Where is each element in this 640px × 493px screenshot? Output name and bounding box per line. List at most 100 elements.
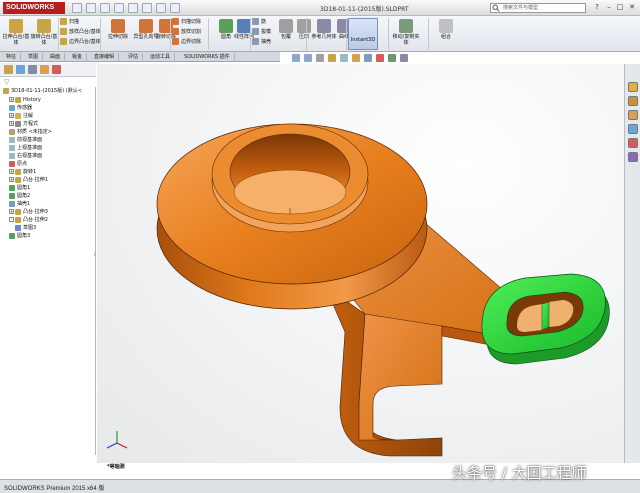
extrude-cut-button[interactable]: 拉伸切除 xyxy=(104,18,132,40)
filter-icon[interactable]: ▽ xyxy=(4,78,9,86)
graphics-area[interactable] xyxy=(97,64,624,463)
tree-node[interactable]: 圆角3 xyxy=(9,232,30,240)
tree-node[interactable]: - 凸台-拉伸2 xyxy=(9,216,48,224)
tree-node[interactable]: 上视基准面 xyxy=(9,144,42,152)
maximize-icon[interactable]: □ xyxy=(615,3,625,13)
tree-node[interactable]: 草图3 xyxy=(15,224,36,232)
draft-button[interactable]: 拔模 xyxy=(252,28,271,37)
expand-toggle-icon[interactable]: + xyxy=(9,97,14,102)
tree-node[interactable]: 圆角2 xyxy=(9,192,30,200)
save-icon[interactable] xyxy=(100,3,110,13)
configuration-manager-icon[interactable] xyxy=(28,65,37,74)
arm-front-face[interactable] xyxy=(358,313,443,441)
part-icon xyxy=(3,87,9,94)
tree-node[interactable]: + History xyxy=(9,96,41,104)
view-settings-icon[interactable] xyxy=(400,54,408,62)
tree-node[interactable]: + 凸台-拉伸3 xyxy=(9,208,48,216)
section-view-icon[interactable] xyxy=(328,54,336,62)
ribbon-separator xyxy=(208,18,209,50)
feature-icon xyxy=(9,232,15,239)
revolve-boss-button[interactable]: 旋转凸台/基体 xyxy=(30,18,58,46)
minimize-icon[interactable]: – xyxy=(604,3,614,13)
rib-label: 筋 xyxy=(261,19,267,25)
bore-bottom[interactable] xyxy=(233,169,347,215)
undo-icon[interactable] xyxy=(128,3,138,13)
tab-evaluate[interactable]: 评估 xyxy=(124,53,144,62)
dome-button[interactable]: 压凹 xyxy=(290,18,318,40)
custom-properties-icon[interactable] xyxy=(628,152,638,162)
boundary-boss-button[interactable]: 边界凸台/基体 xyxy=(60,38,101,47)
move-copy-label: 移动/复制实体 xyxy=(392,34,420,46)
slot-divider[interactable] xyxy=(541,301,550,331)
combine-button[interactable]: 组合 xyxy=(432,18,460,40)
appearances-icon[interactable] xyxy=(628,138,638,148)
tree-node[interactable]: 右视基准面 xyxy=(9,152,42,160)
shell-button[interactable]: 抽壳 xyxy=(252,38,271,47)
tab-surfaces[interactable]: 曲面 xyxy=(46,53,66,62)
sweep-cut-button[interactable]: 扫描切除 xyxy=(172,18,201,27)
tab-motion-tools[interactable]: 运动工具 xyxy=(146,53,176,62)
rib-button[interactable]: 筋 xyxy=(252,18,266,27)
tree-root[interactable]: 3D18-01-11-(2015版) (默认< xyxy=(3,87,82,95)
options-icon[interactable] xyxy=(170,3,180,13)
display-style-icon[interactable] xyxy=(352,54,360,62)
tab-sheet-metal[interactable]: 钣金 xyxy=(68,53,88,62)
zoom-area-icon[interactable] xyxy=(304,54,312,62)
tab-direct-editing[interactable]: 直接编辑 xyxy=(90,53,120,62)
sweep-label: 扫描 xyxy=(69,19,80,25)
move-copy-button[interactable]: 移动/复制实体 xyxy=(392,18,420,46)
expand-toggle-icon[interactable]: + xyxy=(9,209,14,214)
tree-node[interactable]: + 方程式 xyxy=(9,120,38,128)
tree-node[interactable]: + 凸台-拉伸1 xyxy=(9,176,48,184)
tab-features[interactable]: 特征 xyxy=(2,53,22,62)
previous-view-icon[interactable] xyxy=(316,54,324,62)
open-file-icon[interactable] xyxy=(86,3,96,13)
expand-toggle-icon[interactable]: + xyxy=(9,169,14,174)
watermark-text: 头条号 / 大国工程师 xyxy=(452,464,587,482)
select-icon[interactable] xyxy=(142,3,152,13)
rebuild-icon[interactable] xyxy=(156,3,166,13)
tree-node[interactable]: 原点 xyxy=(9,160,27,168)
loft-cut-button[interactable]: 放样切割 xyxy=(172,28,201,37)
zoom-fit-icon[interactable] xyxy=(292,54,300,62)
dimxpert-icon[interactable] xyxy=(40,65,49,74)
feature-manager-icon[interactable] xyxy=(4,65,13,74)
appearance-icon[interactable] xyxy=(376,54,384,62)
model-view[interactable] xyxy=(97,64,624,463)
tree-node[interactable]: 抽壳1 xyxy=(9,200,30,208)
expand-toggle-icon[interactable]: + xyxy=(9,121,14,126)
document-title: 3D18-01-11-(2015版).SLDPRT xyxy=(320,6,409,13)
expand-toggle-icon[interactable]: + xyxy=(9,113,14,118)
boundary-cut-button[interactable]: 边界切除 xyxy=(172,38,201,47)
tree-node[interactable]: 圆角1 xyxy=(9,184,30,192)
tree-node[interactable]: 材质 <未指定> xyxy=(9,128,52,136)
file-explorer-icon[interactable] xyxy=(628,110,638,120)
loft-button[interactable]: 放样凸台/基体 xyxy=(60,28,101,37)
tree-node[interactable]: + 注解 xyxy=(9,112,33,120)
sweep-button[interactable]: 扫描 xyxy=(60,18,79,27)
print-icon[interactable] xyxy=(114,3,124,13)
tree-filter[interactable]: ▽ xyxy=(0,77,96,87)
close-icon[interactable]: ✕ xyxy=(627,3,637,13)
instant3d-button[interactable]: Instant3D xyxy=(348,18,378,50)
property-manager-icon[interactable] xyxy=(16,65,25,74)
resources-icon[interactable] xyxy=(628,82,638,92)
help-icon[interactable]: ? xyxy=(592,3,602,13)
display-manager-icon[interactable] xyxy=(52,65,61,74)
tree-node[interactable]: + 旋转1 xyxy=(9,168,36,176)
view-orientation-icon[interactable] xyxy=(340,54,348,62)
design-library-icon[interactable] xyxy=(628,96,638,106)
tree-node[interactable]: 传感器 xyxy=(9,104,32,112)
extrude-boss-button[interactable]: 拉伸凸台/基体 xyxy=(2,18,30,46)
expand-toggle-icon[interactable]: - xyxy=(9,217,14,222)
hide-show-icon[interactable] xyxy=(364,54,372,62)
expand-toggle-icon[interactable]: + xyxy=(9,177,14,182)
tab-sketch[interactable]: 草图 xyxy=(24,53,44,62)
new-file-icon[interactable] xyxy=(72,3,82,13)
search-icon[interactable] xyxy=(492,4,500,12)
tab-addins[interactable]: SOLIDWORKS 插件 xyxy=(180,53,235,62)
search-input[interactable]: 搜索文件与模型 xyxy=(490,3,586,13)
view-palette-icon[interactable] xyxy=(628,124,638,134)
tree-node[interactable]: 前视基准面 xyxy=(9,136,42,144)
scene-icon[interactable] xyxy=(388,54,396,62)
